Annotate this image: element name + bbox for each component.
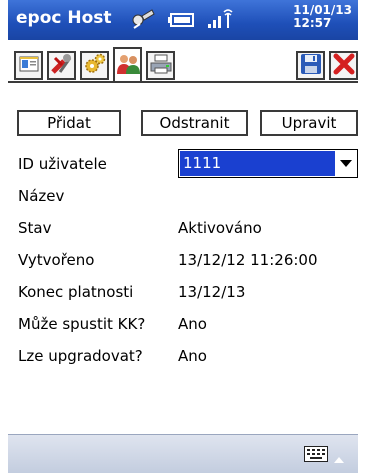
name-label: Název xyxy=(18,187,65,205)
clock: 11/01/13 12:57 xyxy=(293,4,352,30)
keyboard-icon[interactable] xyxy=(304,446,328,466)
tab-card[interactable] xyxy=(14,51,43,80)
toolbar xyxy=(8,40,358,92)
expiry-value: 13/12/13 xyxy=(178,283,246,301)
card-icon xyxy=(18,54,40,78)
created-label: Vytvořeno xyxy=(18,251,95,269)
clock-time: 12:57 xyxy=(293,16,332,30)
can-run-qc-value: Ano xyxy=(178,315,207,333)
bottom-bar xyxy=(8,434,358,473)
battery-icon[interactable] xyxy=(168,10,196,34)
user-id-label: ID uživatele xyxy=(18,155,107,173)
tab-settings[interactable] xyxy=(80,51,109,80)
chevron-down-icon[interactable] xyxy=(337,152,355,175)
remove-button[interactable]: Odstranit xyxy=(141,110,248,136)
save-button[interactable] xyxy=(296,51,325,80)
created-value: 13/12/12 11:26:00 xyxy=(178,251,318,269)
can-upgrade-label: Lze upgradovat? xyxy=(18,347,143,365)
add-button[interactable]: Přidat xyxy=(17,110,121,136)
chevron-up-icon[interactable] xyxy=(334,449,344,468)
sync-icon[interactable] xyxy=(130,6,156,36)
title-bar: epoc Host 11/01/13 12:57 xyxy=(8,0,358,40)
tab-printer[interactable] xyxy=(146,51,175,80)
can-run-qc-label: Může spustit KK? xyxy=(18,315,146,333)
tab-tools[interactable] xyxy=(47,51,76,80)
printer-icon xyxy=(149,53,173,79)
gears-icon xyxy=(83,52,107,80)
toolbar-divider xyxy=(8,81,358,83)
users-icon xyxy=(115,52,141,80)
save-icon xyxy=(300,53,322,79)
user-id-select[interactable]: 1111 xyxy=(178,149,358,178)
status-label: Stav xyxy=(18,219,52,237)
user-id-select-value: 1111 xyxy=(180,151,335,176)
tab-users[interactable] xyxy=(113,47,142,82)
tools-icon xyxy=(50,52,74,80)
app-window: epoc Host 11/01/13 12:57 Přidat Odstrani… xyxy=(8,0,358,473)
can-upgrade-value: Ano xyxy=(178,347,207,365)
edit-button[interactable]: Upravit xyxy=(260,110,358,136)
close-button[interactable] xyxy=(329,51,358,80)
close-icon xyxy=(333,53,355,79)
status-value: Aktivováno xyxy=(178,219,262,237)
app-title: epoc Host xyxy=(16,8,112,28)
signal-icon[interactable] xyxy=(206,8,236,34)
expiry-label: Konec platnosti xyxy=(18,283,134,301)
